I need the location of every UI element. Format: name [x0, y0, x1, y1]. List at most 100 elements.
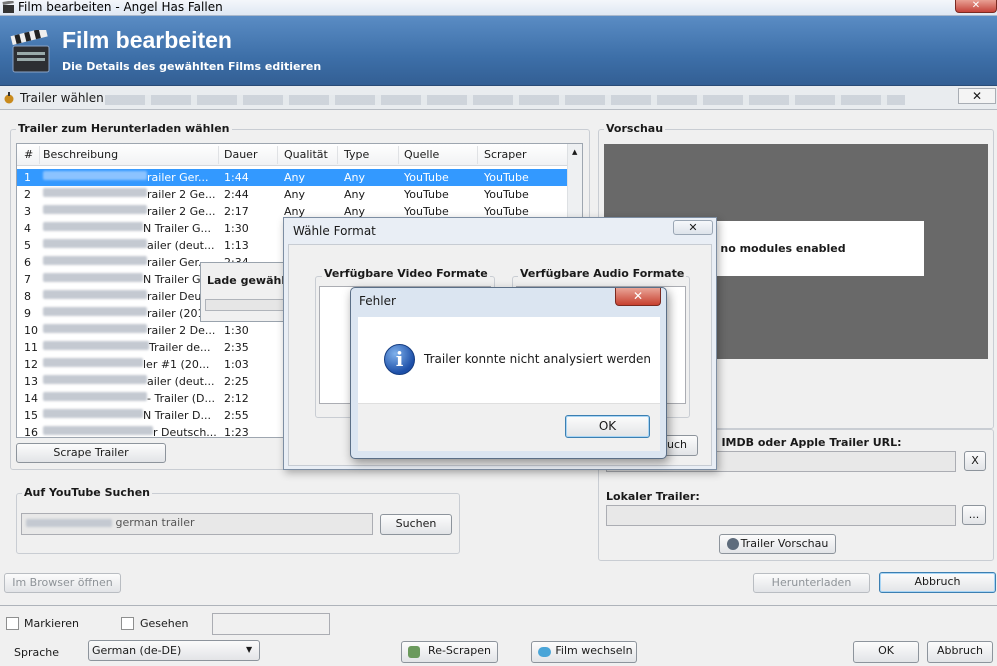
row-number: 6	[24, 256, 31, 269]
youtube-search-input[interactable]: german trailer	[21, 513, 373, 535]
row-number: 2	[24, 188, 31, 201]
window-close-button[interactable]: ✕	[955, 0, 997, 13]
format-dialog-title: Wähle Format	[293, 224, 376, 238]
change-film-button[interactable]: Film wechseln	[531, 641, 637, 663]
row-scraper: YouTube	[484, 188, 529, 201]
tab-close-button[interactable]: ✕	[958, 88, 996, 104]
error-ok-button[interactable]: OK	[565, 415, 650, 438]
row-duration: 1:23	[224, 426, 249, 438]
row-number: 8	[24, 290, 31, 303]
seen-date-input[interactable]	[212, 613, 330, 635]
row-number: 9	[24, 307, 31, 320]
audio-formats-title: Verfügbare Audio Formate	[518, 267, 687, 280]
error-message: Trailer konnte nicht analysiert werden	[424, 352, 651, 366]
app-icon	[2, 1, 14, 13]
row-description: railer 2 Ge...	[147, 188, 216, 201]
row-duration: 2:12	[224, 392, 249, 405]
row-number: 4	[24, 222, 31, 235]
row-source: YouTube	[404, 188, 449, 201]
row-description: - Trailer (D...	[147, 392, 215, 405]
row-number: 3	[24, 205, 31, 218]
info-icon: i	[384, 344, 415, 375]
row-duration: 1:13	[224, 239, 249, 252]
col-dauer[interactable]: Dauer	[224, 148, 257, 161]
error-dialog-close-button[interactable]: ✕	[615, 288, 661, 306]
row-duration: 2:44	[224, 188, 249, 201]
table-row[interactable]: 2 railer 2 Ge... 2:44 Any Any YouTube YouTube	[17, 186, 569, 203]
cancel-trailer-button[interactable]: Abbruch	[879, 572, 996, 593]
blurred-title	[43, 307, 147, 316]
row-number: 16	[24, 426, 38, 438]
window-title: Film bearbeiten - Angel Has Fallen	[18, 0, 223, 14]
language-select[interactable]: German (de-DE) ▼	[88, 640, 260, 661]
row-description: railer 2 Ge...	[147, 205, 216, 218]
seen-checkbox[interactable]	[121, 617, 134, 630]
row-number: 7	[24, 273, 31, 286]
play-icon	[727, 538, 739, 550]
page-title: Film bearbeiten	[62, 27, 232, 53]
col-number[interactable]: #	[24, 148, 33, 161]
video-formats-title: Verfügbare Video Formate	[322, 267, 490, 280]
cancel-button[interactable]: Abbruch	[927, 641, 993, 663]
blurred-title	[43, 324, 147, 333]
local-trailer-input[interactable]	[606, 505, 956, 526]
row-number: 10	[24, 324, 38, 337]
bottom-bar: Markieren Gesehen Sprache German (de-DE)…	[0, 605, 997, 666]
mark-checkbox[interactable]	[6, 617, 19, 630]
format-dialog-close-button[interactable]: ✕	[673, 220, 713, 235]
trailer-preview-button[interactable]: Trailer Vorschau	[719, 534, 836, 554]
blurred-title	[43, 171, 147, 180]
col-qualitaet[interactable]: Qualität	[284, 148, 328, 161]
change-film-icon	[538, 647, 551, 657]
row-number: 11	[24, 341, 38, 354]
page-subtitle: Die Details des gewählten Films editiere…	[62, 60, 322, 73]
tab-row: Trailer wählen ✕	[0, 86, 997, 110]
browse-local-button[interactable]: ...	[962, 505, 986, 525]
row-duration: 2:25	[224, 375, 249, 388]
scroll-up-icon[interactable]: ▲	[572, 148, 577, 156]
clear-url-button[interactable]: X	[964, 451, 986, 471]
row-duration: 1:30	[224, 222, 249, 235]
loading-dialog: Lade gewählte	[200, 262, 298, 322]
row-description: N Trailer G...	[143, 222, 212, 235]
blurred-title	[26, 519, 112, 527]
col-type[interactable]: Type	[344, 148, 369, 161]
row-description: railer 2 De...	[147, 324, 216, 337]
blurred-title	[43, 290, 147, 299]
row-type: Any	[344, 188, 366, 201]
ok-button[interactable]: OK	[853, 641, 919, 663]
blurred-title	[43, 341, 149, 350]
blurred-title	[43, 188, 147, 197]
row-description: r Deutsch...	[153, 426, 217, 438]
row-duration: 1:03	[224, 358, 249, 371]
tab-trailer-waehlen[interactable]: Trailer wählen	[20, 91, 104, 105]
col-quelle[interactable]: Quelle	[404, 148, 439, 161]
download-button[interactable]: Herunterladen	[753, 573, 870, 593]
row-duration: 1:44	[224, 171, 249, 184]
row-quality: Any	[284, 188, 306, 201]
trailer-group-title: Trailer zum Herunterladen wählen	[16, 122, 232, 135]
table-header: # Beschreibung Dauer Qualität Type Quell…	[17, 144, 569, 166]
rescrape-icon	[408, 646, 420, 658]
scrape-trailer-button[interactable]: Scrape Trailer	[16, 443, 166, 463]
row-number: 15	[24, 409, 38, 422]
open-in-browser-button[interactable]: Im Browser öffnen	[4, 573, 121, 593]
row-number: 1	[24, 171, 31, 184]
mark-label: Markieren	[24, 617, 79, 630]
col-scraper[interactable]: Scraper	[484, 148, 527, 161]
blurred-title	[43, 239, 147, 248]
error-dialog-title: Fehler	[359, 294, 396, 308]
youtube-group-title: Auf YouTube Suchen	[22, 486, 152, 499]
row-description: ailer (deut...	[147, 375, 215, 388]
blurred-title	[43, 409, 143, 418]
blurred-title	[43, 273, 143, 282]
error-dialog-footer: OK	[358, 403, 660, 451]
table-row[interactable]: 1 railer Ger... 1:44 Any Any YouTube YouTube	[17, 169, 569, 186]
blurred-tabs	[105, 95, 905, 105]
row-number: 12	[24, 358, 38, 371]
youtube-search-button[interactable]: Suchen	[380, 514, 452, 535]
row-number: 5	[24, 239, 31, 252]
col-beschreibung[interactable]: Beschreibung	[43, 148, 118, 161]
row-number: 14	[24, 392, 38, 405]
rescrape-button[interactable]: Re-Scrapen	[401, 641, 498, 663]
